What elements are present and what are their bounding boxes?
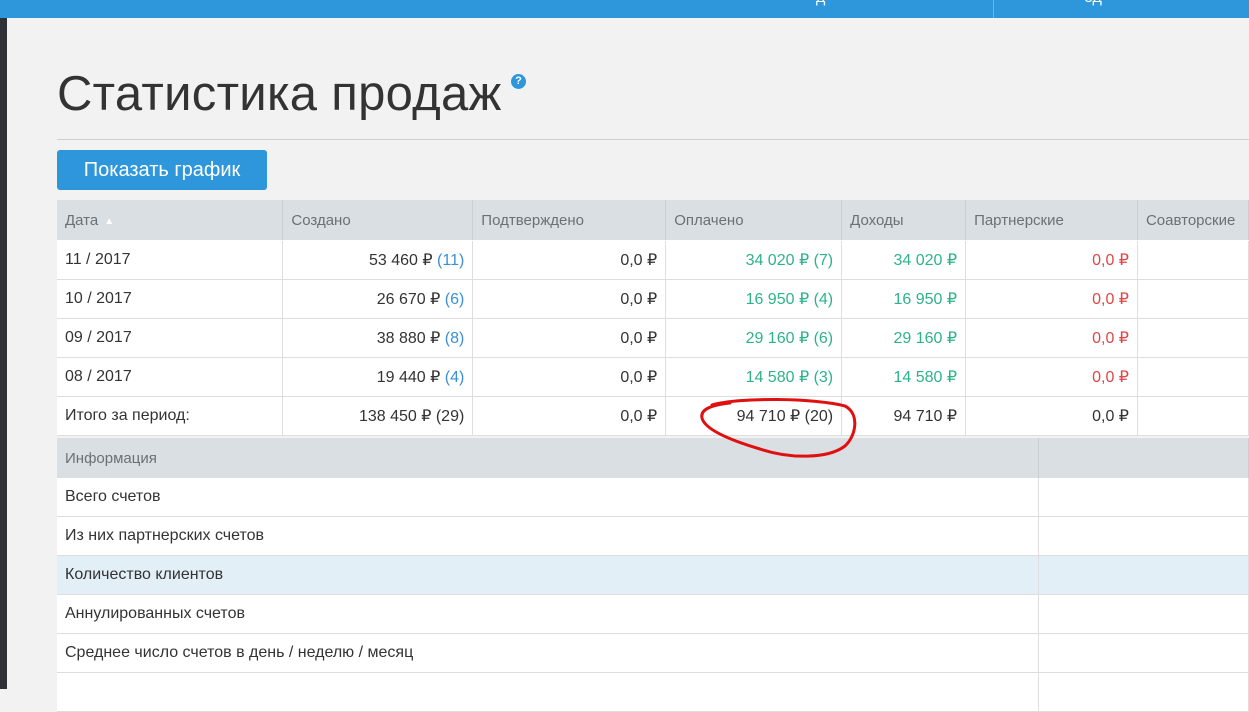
show-chart-button[interactable]: Показать график xyxy=(57,150,267,190)
created-count-link[interactable]: (6) xyxy=(445,291,465,308)
created-sum: 53 460 ₽ xyxy=(369,252,433,269)
cell-paid: 29 160 ₽ (6) xyxy=(665,318,843,358)
cell-partner: 0,0 ₽ xyxy=(965,279,1138,319)
created-count-link[interactable]: (8) xyxy=(445,330,465,347)
cell-paid: 34 020 ₽ (7) xyxy=(665,240,843,280)
created-sum: 38 880 ₽ xyxy=(376,330,441,347)
cell-confirmed: 0,0 ₽ xyxy=(472,240,667,280)
info-row xyxy=(57,672,1249,712)
table-header-row: Дата ▲ Создано Подтверждено Оплачено Дохо… xyxy=(57,200,1249,241)
info-label: Из них партнерских счетов xyxy=(57,516,1040,556)
page-title: Статистика продаж xyxy=(57,67,502,121)
cell-confirmed: 0,0 ₽ xyxy=(472,279,667,319)
cell-date: 11 / 2017 xyxy=(57,240,284,280)
info-value xyxy=(1038,516,1249,556)
info-value xyxy=(1038,478,1249,517)
cell-income: 29 160 ₽ xyxy=(841,318,967,358)
total-confirmed: 0,0 ₽ xyxy=(472,396,667,436)
table-row: 09 / 2017 38 880 ₽ (8) 0,0 ₽ 29 160 ₽ (6… xyxy=(57,318,1249,358)
total-label: Итого за период: xyxy=(57,396,284,436)
left-edge-strip xyxy=(0,0,7,689)
info-table: Информация Всего счетов Из них партнерск… xyxy=(57,438,1249,712)
cell-partner: 0,0 ₽ xyxy=(965,318,1138,358)
column-header-coauthor[interactable]: Соавторские xyxy=(1137,200,1249,241)
info-value xyxy=(1038,633,1249,673)
total-created: 138 450 ₽ (29) xyxy=(282,396,474,436)
created-sum: 19 440 ₽ xyxy=(376,369,441,386)
info-row: Количество клиентов xyxy=(57,555,1249,595)
cell-date: 10 / 2017 xyxy=(57,279,284,319)
info-label: Количество клиентов xyxy=(57,555,1040,595)
cell-created: 53 460 ₽ (11) xyxy=(282,240,474,280)
top-navbar: д ед xyxy=(0,0,1249,18)
cell-created: 19 440 ₽ (4) xyxy=(282,357,474,397)
total-paid: 94 710 ₽ (20) xyxy=(665,396,843,436)
cell-partner: 0,0 ₽ xyxy=(965,357,1138,397)
cell-partner: 0,0 ₽ xyxy=(965,240,1138,280)
title-divider xyxy=(57,139,1249,140)
info-label: Аннулированных счетов xyxy=(57,594,1040,634)
column-header-income[interactable]: Доходы xyxy=(841,200,967,241)
total-partner: 0,0 ₽ xyxy=(965,396,1138,436)
column-header-partner[interactable]: Партнерские xyxy=(965,200,1138,241)
nav-item-peek-right[interactable]: ед xyxy=(1084,0,1102,7)
cell-confirmed: 0,0 ₽ xyxy=(472,357,667,397)
created-sum: 26 670 ₽ xyxy=(376,291,441,308)
info-header-value xyxy=(1038,438,1249,478)
nav-item-peek-left[interactable]: д xyxy=(816,0,825,7)
total-income: 94 710 ₽ xyxy=(841,396,967,436)
info-row: Аннулированных счетов xyxy=(57,594,1249,634)
table-row: 11 / 2017 53 460 ₽ (11) 0,0 ₽ 34 020 ₽ (… xyxy=(57,240,1249,280)
created-count-link[interactable]: (11) xyxy=(437,252,464,269)
cell-created: 38 880 ₽ (8) xyxy=(282,318,474,358)
cell-coauthor xyxy=(1137,279,1249,319)
info-label: Всего счетов xyxy=(57,478,1040,517)
info-value xyxy=(1038,555,1249,595)
nav-separator xyxy=(993,0,994,18)
cell-date: 09 / 2017 xyxy=(57,318,284,358)
help-icon[interactable]: ? xyxy=(511,74,526,89)
info-header-row: Информация xyxy=(57,438,1249,478)
info-value xyxy=(1038,594,1249,634)
info-label xyxy=(57,672,1040,712)
column-header-date[interactable]: Дата ▲ xyxy=(57,200,284,241)
cell-income: 16 950 ₽ xyxy=(841,279,967,319)
cell-coauthor xyxy=(1137,318,1249,358)
cell-created: 26 670 ₽ (6) xyxy=(282,279,474,319)
total-coauthor xyxy=(1137,396,1249,436)
info-value xyxy=(1038,672,1249,712)
info-row: Всего счетов xyxy=(57,478,1249,517)
table-row: 10 / 2017 26 670 ₽ (6) 0,0 ₽ 16 950 ₽ (4… xyxy=(57,279,1249,319)
column-header-paid[interactable]: Оплачено xyxy=(665,200,843,241)
table-row: 08 / 2017 19 440 ₽ (4) 0,0 ₽ 14 580 ₽ (3… xyxy=(57,357,1249,397)
info-label: Среднее число счетов в день / неделю / м… xyxy=(57,633,1040,673)
info-row: Из них партнерских счетов xyxy=(57,516,1249,556)
total-row: Итого за период: 138 450 ₽ (29) 0,0 ₽ 94… xyxy=(57,396,1249,436)
column-header-confirmed[interactable]: Подтверждено xyxy=(472,200,667,241)
sales-stats-table: Дата ▲ Создано Подтверждено Оплачено Дохо… xyxy=(57,200,1249,436)
cell-date: 08 / 2017 xyxy=(57,357,284,397)
created-count-link[interactable]: (4) xyxy=(445,369,465,386)
cell-income: 14 580 ₽ xyxy=(841,357,967,397)
sort-asc-icon[interactable]: ▲ xyxy=(104,216,114,227)
cell-coauthor xyxy=(1137,240,1249,280)
column-header-created[interactable]: Создано xyxy=(282,200,474,241)
cell-coauthor xyxy=(1137,357,1249,397)
page-header: Статистика продаж ? xyxy=(57,62,526,126)
cell-income: 34 020 ₽ xyxy=(841,240,967,280)
cell-confirmed: 0,0 ₽ xyxy=(472,318,667,358)
info-header: Информация xyxy=(57,438,1040,478)
cell-paid: 14 580 ₽ (3) xyxy=(665,357,843,397)
info-row: Среднее число счетов в день / неделю / м… xyxy=(57,633,1249,673)
cell-paid: 16 950 ₽ (4) xyxy=(665,279,843,319)
